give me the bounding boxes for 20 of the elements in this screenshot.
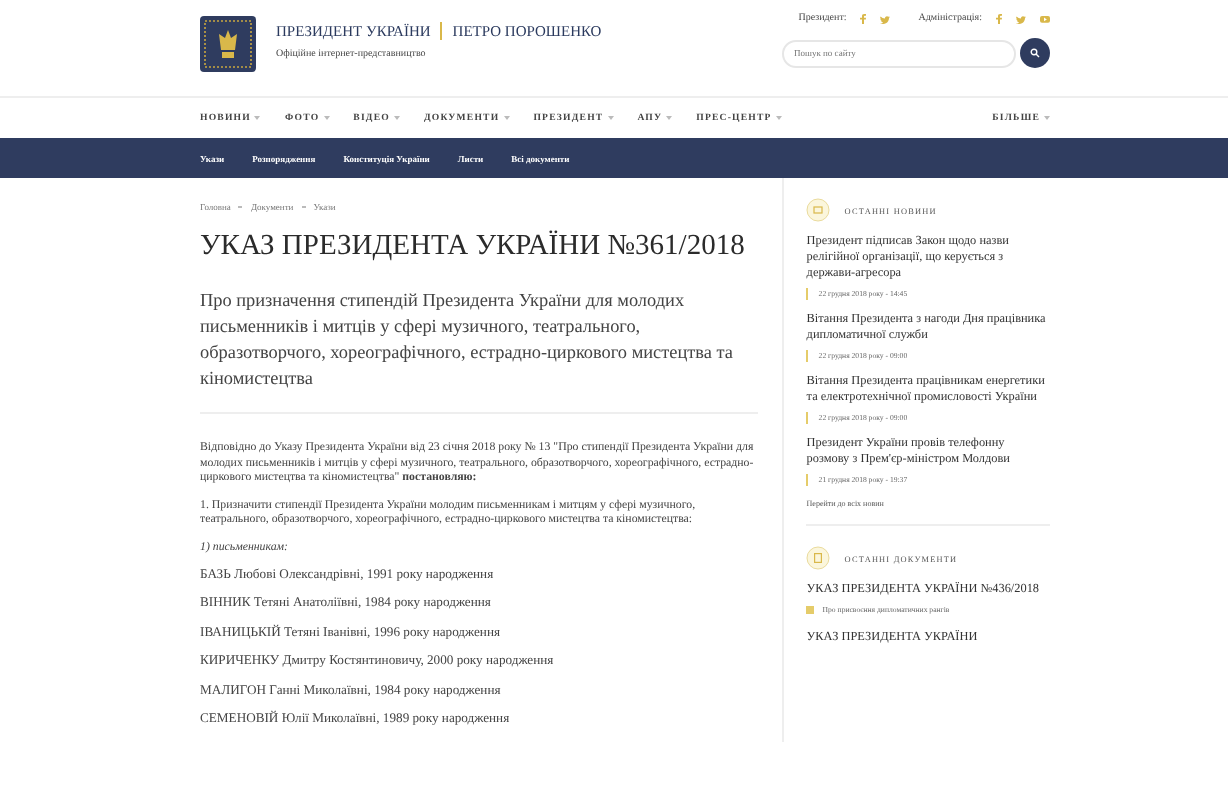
page-title: УКАЗ ПРЕЗИДЕНТА УКРАЇНИ №361/2018	[200, 230, 747, 264]
caret-icon	[775, 116, 782, 120]
twitter-icon[interactable]	[880, 15, 891, 23]
facebook-icon[interactable]	[996, 14, 1002, 24]
caret-icon	[503, 116, 510, 120]
facebook-icon[interactable]	[860, 14, 867, 24]
caret-icon	[666, 116, 673, 120]
document-icon	[806, 546, 831, 570]
twitter-icon[interactable]	[1016, 15, 1026, 23]
caret-icon	[607, 116, 614, 120]
logo-icon[interactable]	[200, 16, 256, 72]
caret-icon	[1044, 116, 1050, 120]
youtube-icon[interactable]	[1040, 14, 1050, 24]
newspaper-icon	[806, 198, 831, 222]
caret-icon	[393, 116, 400, 120]
caret-icon	[323, 116, 330, 120]
decree-subtitle: Про призначення стипендій Президента України для молодих письменників і митців у сфері музичного, театрального, образотворчого, хореографічного, естрадно-циркового мистецтва та кіномистецтва	[200, 288, 759, 414]
search-button[interactable]	[1020, 38, 1050, 68]
caret-icon	[254, 116, 261, 120]
search-icon	[1030, 48, 1040, 58]
